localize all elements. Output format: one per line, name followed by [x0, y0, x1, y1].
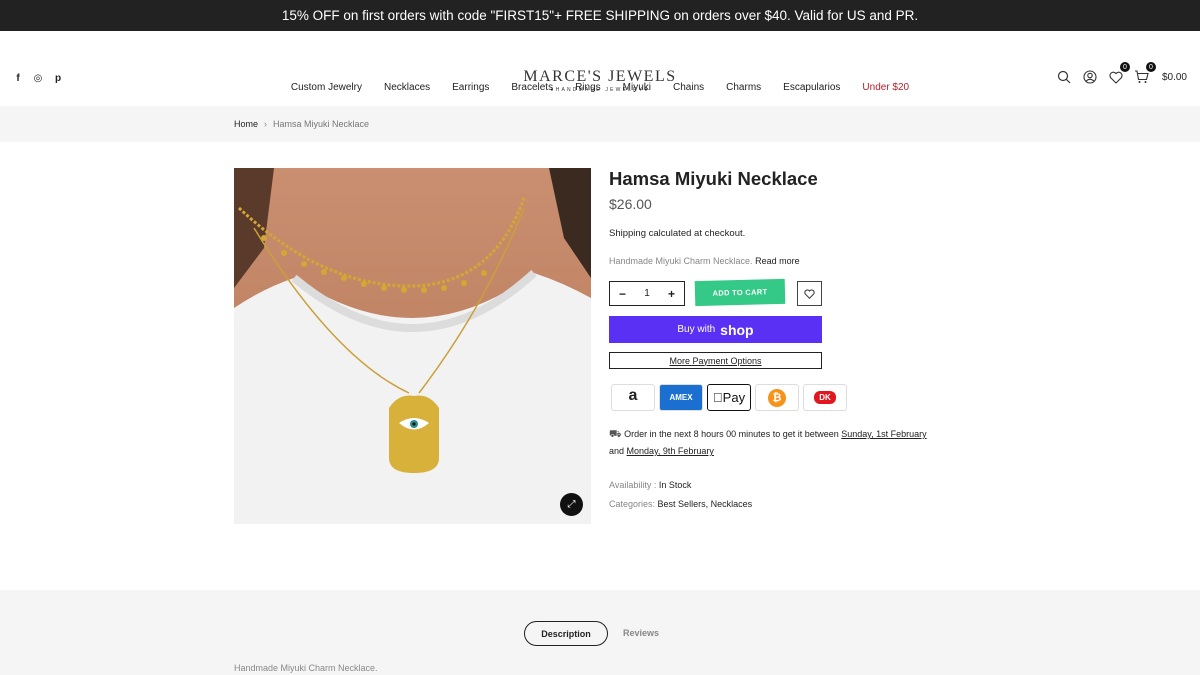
product-image[interactable]: ⤢: [234, 168, 591, 524]
product-title: Hamsa Miyuki Necklace: [609, 168, 818, 189]
dankort-icon: DK: [803, 384, 847, 411]
quantity-increase-button[interactable]: +: [668, 287, 675, 301]
breadcrumb-home[interactable]: Home: [234, 119, 258, 129]
bitcoin-symbol: ₿: [768, 388, 786, 407]
category-separator: ,: [705, 499, 709, 509]
availability-value: In Stock: [658, 480, 692, 490]
delivery-start-date: Sunday, 1st February: [841, 429, 927, 439]
availability-label: Availability :: [609, 480, 657, 490]
short-description-text: Handmade Miyuki Charm Necklace.: [609, 256, 753, 266]
category-link-necklaces[interactable]: Necklaces: [711, 499, 753, 509]
nav-item-escapularios[interactable]: Escapularios: [783, 82, 840, 93]
shipping-note: Shipping calculated at checkout.: [609, 228, 746, 239]
categories: Categories: Best Sellers, Necklaces: [609, 499, 752, 509]
delivery-end-date: Monday, 9th February: [626, 446, 714, 456]
truck-icon: ⛟: [609, 429, 622, 440]
nav-item-chains[interactable]: Chains: [673, 82, 704, 93]
nav-item-under-20[interactable]: Under $20: [862, 82, 909, 93]
payment-icons: a AMEX Pay ₿ DK: [611, 384, 847, 411]
site-header: f ◎ p MARCE'S JEWELS ●HANDMADE JEWELRY● …: [0, 31, 1200, 106]
nav-item-miyuki[interactable]: Miyuki: [623, 82, 651, 93]
delivery-estimate: ⛟ Order in the next 8 hours 00 minutes t…: [609, 426, 969, 459]
categories-label: Categories:: [609, 499, 656, 509]
announcement-text: 15% OFF on first orders with code "FIRST…: [281, 8, 919, 23]
amazon-letter: a: [628, 386, 638, 404]
breadcrumb-separator: ›: [264, 119, 268, 129]
more-payment-options-button[interactable]: More Payment Options: [609, 352, 822, 369]
cart-total[interactable]: $0.00: [1162, 72, 1187, 83]
availability: Availability : In Stock: [609, 480, 691, 490]
amex-text: AMEX: [669, 393, 693, 402]
quantity-stepper: − 1 +: [609, 281, 685, 306]
delivery-prefix: Order in the next 8 hours 00 minutes to …: [624, 429, 839, 439]
amazon-pay-icon: a: [611, 384, 655, 411]
heart-icon: [804, 288, 815, 299]
category-link-best-sellers[interactable]: Best Sellers: [658, 499, 706, 509]
zoom-icon[interactable]: ⤢: [560, 493, 583, 516]
delivery-and: and: [609, 446, 625, 456]
wishlist-count-badge: 0: [1119, 62, 1130, 72]
nav-item-charms[interactable]: Charms: [726, 82, 761, 93]
shop-wordmark: shop: [720, 321, 754, 338]
main-nav: Custom Jewelry Necklaces Earrings Bracel…: [0, 82, 1200, 93]
product-photo-illustration: [234, 168, 591, 524]
nav-item-rings[interactable]: Rings: [575, 82, 601, 93]
buy-row: − 1 + ADD TO CART: [609, 278, 822, 307]
nav-item-necklaces[interactable]: Necklaces: [384, 82, 430, 93]
buy-with-label: Buy with: [677, 324, 716, 335]
quantity-value[interactable]: 1: [644, 288, 650, 299]
apple-pay-text: Pay: [717, 390, 745, 405]
breadcrumb: Home › Hamsa Miyuki Necklace: [0, 106, 1200, 142]
dankort-text: DK: [814, 391, 836, 404]
tab-description[interactable]: Description: [524, 621, 608, 646]
add-to-wishlist-button[interactable]: [797, 281, 822, 306]
product-tabs-section: Description Reviews Handmade Miyuki Char…: [0, 590, 1200, 675]
cart-count-badge: 0: [1145, 62, 1156, 72]
nav-item-earrings[interactable]: Earrings: [452, 82, 489, 93]
amex-icon: AMEX: [659, 384, 703, 411]
read-more-link[interactable]: Read more: [755, 256, 800, 266]
short-description: Handmade Miyuki Charm Necklace. Read mor…: [609, 256, 969, 266]
product-info: Hamsa Miyuki Necklace $26.00 Shipping ca…: [609, 168, 969, 509]
tab-reviews[interactable]: Reviews: [623, 628, 659, 638]
product-price: $26.00: [609, 196, 652, 212]
buy-with-shop-button[interactable]: Buy with shop: [609, 316, 822, 343]
nav-item-custom-jewelry[interactable]: Custom Jewelry: [291, 82, 362, 93]
apple-pay-icon: Pay: [707, 384, 751, 411]
breadcrumb-current: Hamsa Miyuki Necklace: [273, 119, 370, 129]
add-to-cart-button[interactable]: ADD TO CART: [694, 278, 786, 307]
nav-item-bracelets[interactable]: Bracelets: [511, 82, 553, 93]
description-text: Handmade Miyuki Charm Necklace.: [234, 663, 378, 673]
announcement-bar: 15% OFF on first orders with code "FIRST…: [0, 0, 1200, 31]
bitcoin-icon: ₿: [755, 384, 799, 411]
quantity-decrease-button[interactable]: −: [619, 287, 626, 301]
